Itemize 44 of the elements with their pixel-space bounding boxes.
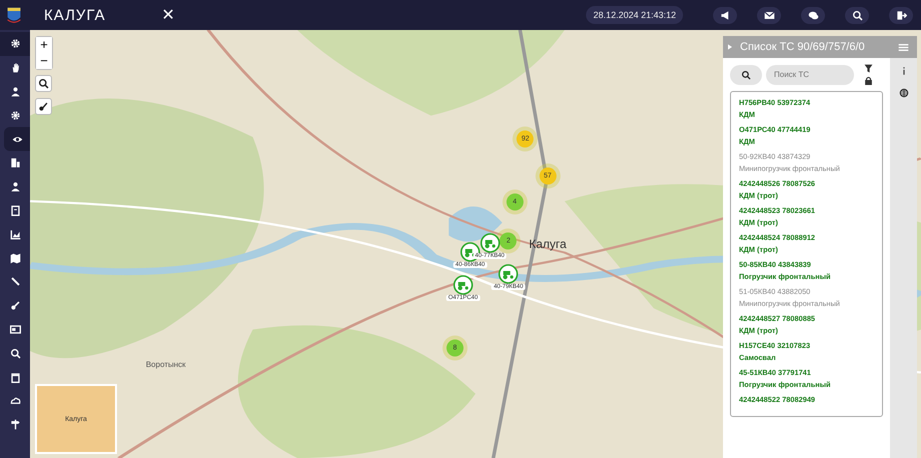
menu-icon <box>898 42 909 52</box>
person-icon <box>10 181 20 192</box>
mail-button[interactable] <box>757 6 781 24</box>
card-icon <box>10 324 20 335</box>
map-icon <box>10 252 20 264</box>
exit-button[interactable] <box>889 6 913 24</box>
sidebar-eye-button[interactable] <box>4 127 30 151</box>
close-button[interactable]: ✕ <box>158 5 179 25</box>
city-title: КАЛУГА <box>44 6 106 24</box>
map-search-button[interactable] <box>35 75 52 92</box>
sidebar-gear-button[interactable] <box>0 32 30 56</box>
datetime-badge: 28.12.2024 21:43:12 <box>586 6 683 24</box>
tractor-marker-icon[interactable] <box>453 275 474 296</box>
search-button[interactable] <box>730 64 762 84</box>
globe-icon[interactable] <box>898 88 908 98</box>
buildings-icon <box>10 157 20 168</box>
tractor-marker-icon[interactable] <box>480 233 500 254</box>
search-icon <box>38 78 49 89</box>
lock-icon[interactable] <box>864 76 873 85</box>
search-button[interactable] <box>845 6 869 24</box>
search-icon <box>10 348 20 359</box>
panel-title: Список ТС 90/69/757/6/0 <box>740 41 865 53</box>
signpost-icon <box>10 419 20 430</box>
search-icon <box>741 70 751 80</box>
cloud-icon <box>10 395 20 406</box>
trash-icon <box>10 372 20 383</box>
gear-icon <box>10 110 20 121</box>
tractor-marker-icon[interactable] <box>498 264 518 284</box>
place-label: Калуга <box>528 237 566 251</box>
filter-icon[interactable] <box>864 64 873 73</box>
search-icon <box>852 10 862 20</box>
megaphone-button[interactable] <box>713 6 737 24</box>
person-icon <box>10 86 20 97</box>
document-icon <box>10 204 20 216</box>
exit-icon <box>896 10 906 20</box>
search-field[interactable]: Поиск ТС <box>766 64 854 84</box>
route-tool-button[interactable] <box>35 98 52 115</box>
mail-icon <box>764 10 774 20</box>
gear-icon <box>10 38 20 50</box>
pin-line-icon <box>38 101 49 112</box>
chart-icon <box>10 228 20 240</box>
chat-button[interactable] <box>801 6 825 24</box>
place-label: Воротынск <box>146 360 186 369</box>
megaphone-icon <box>720 10 730 20</box>
